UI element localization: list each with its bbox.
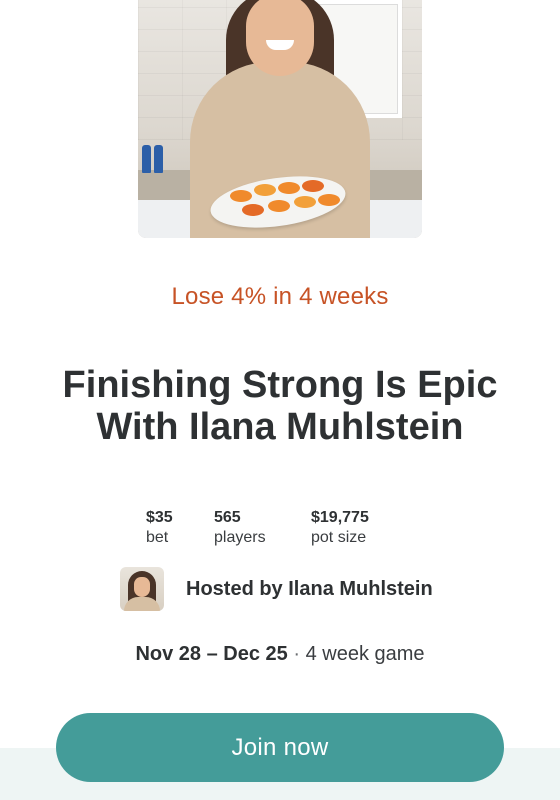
hero-image <box>138 0 422 238</box>
pepper <box>230 190 252 202</box>
host-label[interactable]: Hosted by Ilana Muhlstein <box>186 578 433 601</box>
game-stats: $35 bet 565 players $19,775 pot size <box>146 508 401 548</box>
pepper <box>278 182 300 194</box>
host-row[interactable]: Hosted by Ilana Muhlstein <box>120 567 433 611</box>
date-range: Nov 28 – Dec 25 <box>135 643 288 665</box>
stat-players: 565 players <box>214 508 311 548</box>
pepper <box>268 200 290 212</box>
game-dates: Nov 28 – Dec 25 · 4 week game <box>0 643 560 666</box>
stat-bet-value: $35 <box>146 509 173 526</box>
stat-players-value: 565 <box>214 509 241 526</box>
stat-pot: $19,775 pot size <box>311 508 401 548</box>
person-face <box>246 0 314 76</box>
pepper <box>318 194 340 206</box>
host-avatar[interactable] <box>120 567 164 611</box>
pepper <box>302 180 324 192</box>
stat-pot-value: $19,775 <box>311 509 369 526</box>
game-title: Finishing Strong Is Epic With Ilana Muhl… <box>62 364 498 448</box>
pepper <box>242 204 264 216</box>
date-separator: · <box>293 643 301 665</box>
stat-players-label: players <box>214 529 266 546</box>
stat-pot-label: pot size <box>311 529 367 546</box>
stat-bet: $35 bet <box>146 508 214 548</box>
avatar-shirt <box>124 597 160 611</box>
game-goal: Lose 4% in 4 weeks <box>171 283 389 310</box>
bottle <box>142 145 151 173</box>
join-now-button[interactable]: Join now <box>56 713 504 782</box>
avatar-face <box>134 577 150 597</box>
pepper <box>294 196 316 208</box>
stat-bet-label: bet <box>146 529 169 546</box>
pepper <box>254 184 276 196</box>
bottle <box>154 145 163 173</box>
game-length: 4 week game <box>305 643 425 665</box>
